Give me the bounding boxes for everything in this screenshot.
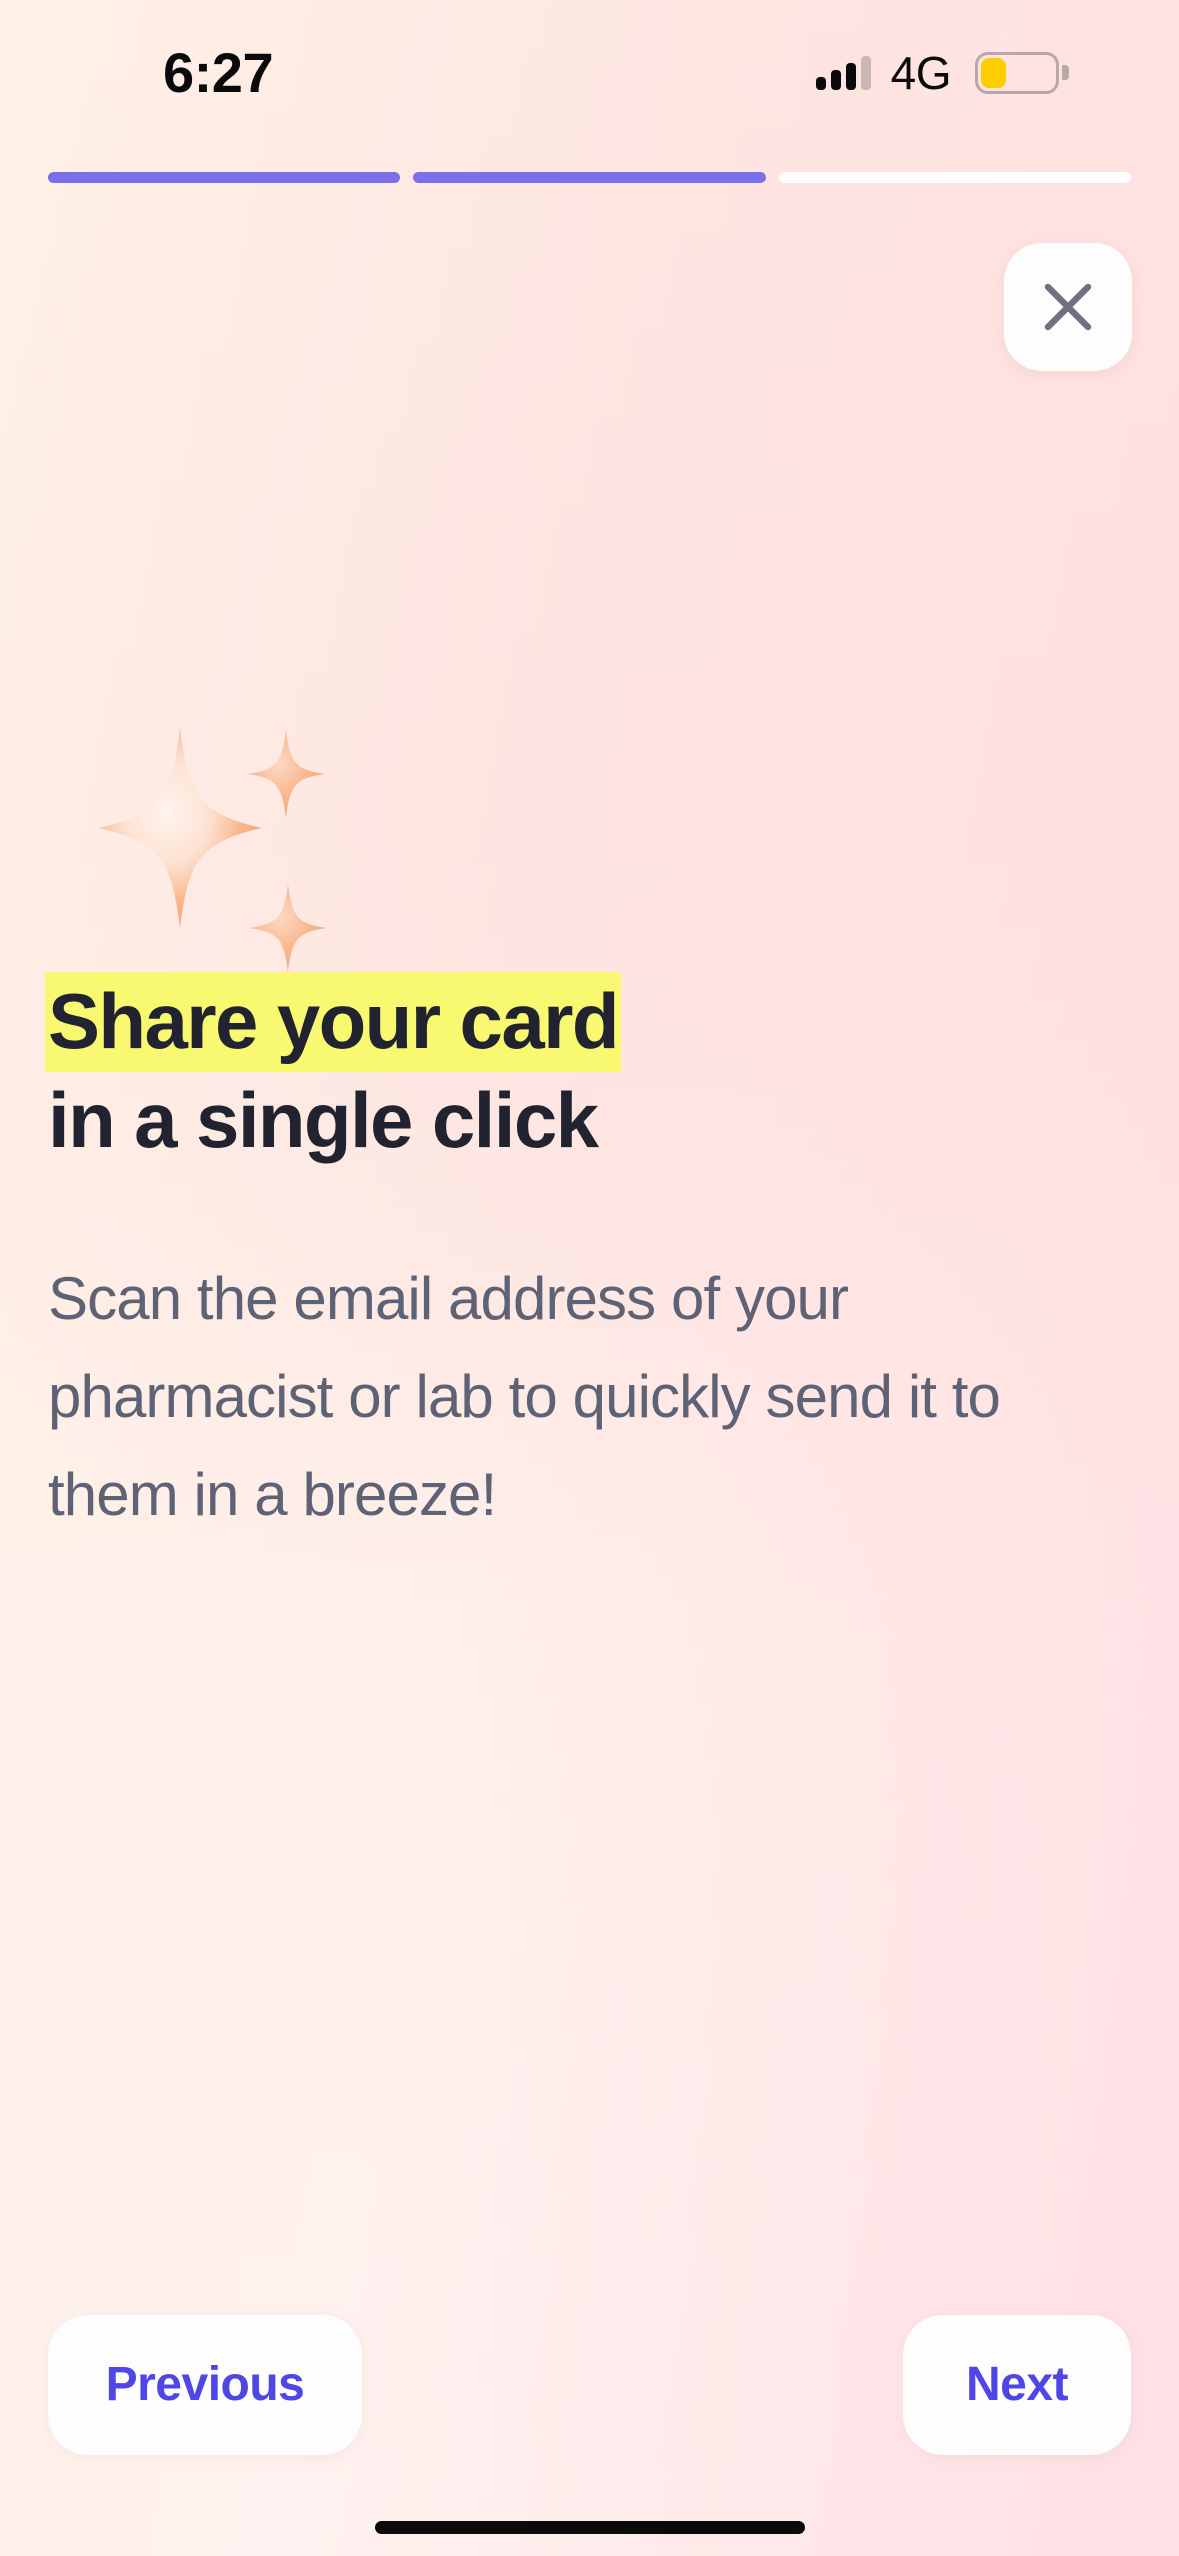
- carrier-label: 4G: [890, 46, 952, 99]
- signal-bars-icon: [815, 55, 871, 90]
- next-button[interactable]: Next: [903, 2315, 1131, 2455]
- onboarding-progress-bar: [48, 172, 1131, 183]
- headline-secondary-text: in a single click: [48, 1075, 599, 1164]
- page-title: Share your card in a single click: [45, 972, 1048, 1167]
- previous-button[interactable]: Previous: [48, 2315, 362, 2455]
- status-bar: 6:27 4G: [0, 0, 1179, 145]
- progress-step-3: [778, 172, 1131, 183]
- hero-illustration: [48, 700, 388, 1000]
- onboarding-footer-nav: Previous Next: [48, 2315, 1131, 2455]
- headline-highlighted-text: Share your card: [45, 972, 621, 1072]
- progress-step-2: [413, 172, 766, 183]
- close-button[interactable]: [1004, 243, 1132, 371]
- page-description: Scan the email address of your pharmacis…: [48, 1265, 1001, 1528]
- progress-step-1: [48, 172, 401, 183]
- battery-fill: [981, 57, 1007, 88]
- home-indicator[interactable]: [374, 2521, 805, 2534]
- status-bar-indicators: 4G: [815, 46, 1069, 99]
- battery-cap: [1062, 65, 1069, 80]
- battery-low-icon: [975, 51, 1069, 94]
- close-icon: [1042, 281, 1094, 333]
- sparkles-icon: [98, 728, 327, 972]
- status-bar-time: 6:27: [163, 40, 274, 104]
